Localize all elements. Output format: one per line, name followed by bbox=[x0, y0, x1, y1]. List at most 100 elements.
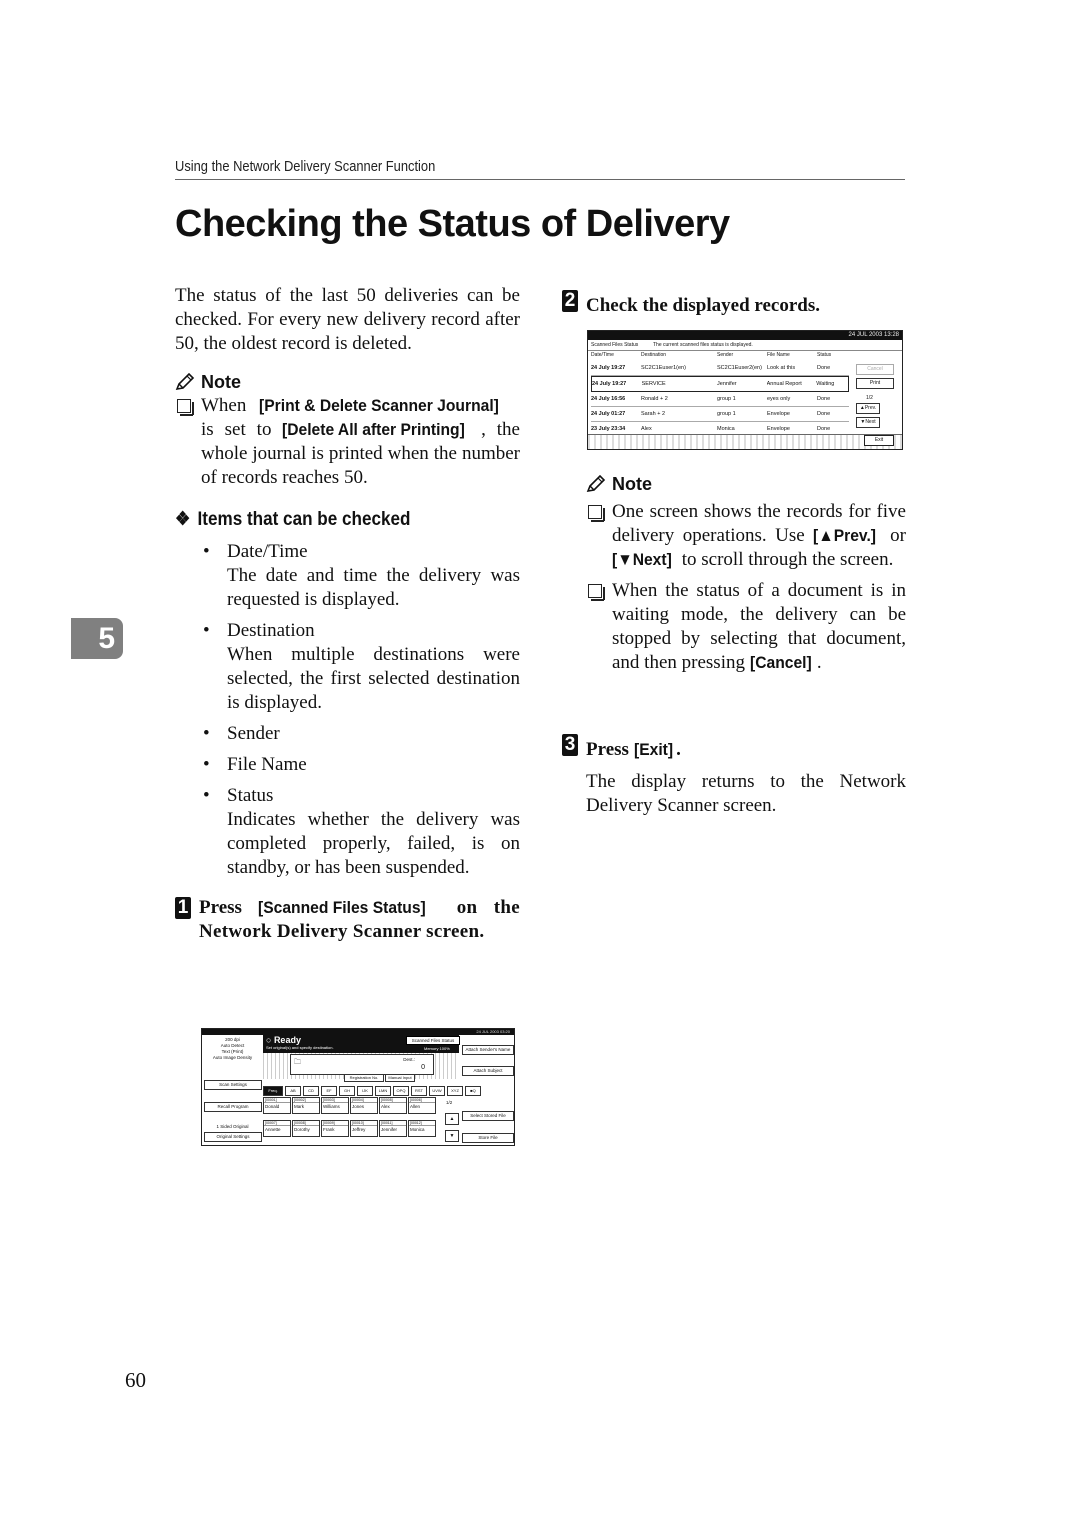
attach-subject-button[interactable]: Attach Subject bbox=[462, 1066, 514, 1076]
tab-ef[interactable]: EF bbox=[321, 1086, 337, 1096]
print-button[interactable]: Print bbox=[856, 378, 894, 389]
dest-entry[interactable]: [00010] Jeffrey bbox=[350, 1120, 378, 1137]
row-sender: group 1 bbox=[717, 411, 736, 417]
dest-entry[interactable]: [00004] Jones bbox=[350, 1097, 378, 1114]
scanned-files-status-ref: [Scanned Files Status] bbox=[258, 898, 426, 917]
left-column: The status of the last 50 deliveries can… bbox=[175, 284, 520, 944]
record-row[interactable]: 24 July 16:56 Ronald + 2 group 1 eyes on… bbox=[591, 392, 849, 407]
tab-ab[interactable]: AB bbox=[285, 1086, 301, 1096]
note-label: Note bbox=[201, 372, 241, 392]
item-destination: • Destination When multiple destinations… bbox=[175, 619, 520, 715]
entry-name: Allen bbox=[410, 1104, 421, 1109]
step-3-block: 3 Press [Exit]. The display returns to t… bbox=[562, 734, 906, 818]
page-indicator: 1/2 bbox=[866, 395, 873, 401]
note-item-1: One screen shows the records for five de… bbox=[586, 500, 906, 572]
scroll-down-button[interactable]: ▼ bbox=[445, 1130, 459, 1142]
col-file-name: File Name bbox=[767, 352, 790, 358]
entry-name: Williams bbox=[323, 1104, 340, 1109]
scan-settings-button[interactable]: Scan Settings bbox=[204, 1080, 262, 1090]
registration-no-button[interactable]: Registration No. bbox=[344, 1074, 384, 1082]
row-status: Done bbox=[817, 396, 831, 402]
item-date-time: • Date/Time The date and time the delive… bbox=[175, 540, 520, 612]
right-column: 2 Check the displayed records. bbox=[562, 290, 906, 318]
destination-grid: [00001] Donald [00002] Mark [00003] William… bbox=[263, 1097, 436, 1137]
running-header: Using the Network Delivery Scanner Funct… bbox=[175, 158, 436, 175]
screen-datetime: 24 JUL 2003 13:28 bbox=[588, 331, 902, 340]
entry-name: Jennifer bbox=[381, 1127, 398, 1132]
row-dest: SERVICE bbox=[641, 381, 666, 387]
tab-cd[interactable]: CD bbox=[303, 1086, 319, 1096]
page-number: 60 bbox=[125, 1368, 146, 1392]
entry-name: Jones bbox=[352, 1104, 365, 1109]
recall-program-button[interactable]: Recall Program bbox=[204, 1102, 262, 1112]
step-3-description: The display returns to the Network Deliv… bbox=[586, 771, 906, 816]
step-text: . bbox=[676, 739, 681, 760]
screen-message: The current scanned files status is disp… bbox=[653, 342, 753, 348]
select-stored-file-button[interactable]: Select Stored File bbox=[462, 1111, 514, 1121]
prev-button[interactable]: ▲Prev. bbox=[856, 403, 880, 414]
dest-entry[interactable]: [00008] Dorothy bbox=[292, 1120, 320, 1137]
dest-entry[interactable]: [00012] Monica bbox=[408, 1120, 436, 1137]
dest-entry[interactable]: [00007] Annette bbox=[263, 1120, 291, 1137]
search-dest-button[interactable]: ■Q bbox=[465, 1086, 481, 1096]
note-item: When [Print & Delete Scanner Journal] is… bbox=[175, 394, 520, 490]
tab-lmn[interactable]: LMN bbox=[375, 1086, 391, 1096]
tab-opq[interactable]: OPQ bbox=[393, 1086, 409, 1096]
note-text: is set to bbox=[201, 419, 283, 440]
tab-uvw[interactable]: UVW bbox=[429, 1086, 445, 1096]
tab-freq[interactable]: Freq. bbox=[263, 1086, 283, 1096]
entry-name: Annette bbox=[265, 1127, 281, 1132]
entry-name: Alex bbox=[381, 1104, 390, 1109]
note-label: Note bbox=[612, 474, 652, 494]
dest-entry[interactable]: [00001] Donald bbox=[263, 1097, 291, 1114]
page-title: Checking the Status of Delivery bbox=[175, 203, 730, 245]
alphabet-tabs: Freq. AB CD EF GH IJK LMN OPQ RST UVW XY… bbox=[263, 1086, 481, 1096]
cancel-button-ref: [Cancel] bbox=[749, 653, 812, 672]
tab-gh[interactable]: GH bbox=[339, 1086, 355, 1096]
row-dest: Ronald + 2 bbox=[641, 396, 668, 402]
header-rule bbox=[175, 179, 905, 180]
col-status: Status bbox=[817, 352, 832, 358]
cancel-button[interactable]: Cancel bbox=[856, 364, 894, 375]
item-desc: Indicates whether the delivery was compl… bbox=[227, 809, 520, 878]
tab-ijk[interactable]: IJK bbox=[357, 1086, 373, 1096]
record-row-selected[interactable]: 24 July 19:27 SERVICE Jennifer Annual Re… bbox=[591, 376, 849, 392]
attach-sender-button[interactable]: Attach Sender's Name bbox=[462, 1045, 514, 1055]
item-label: Destination bbox=[227, 620, 315, 641]
exit-button[interactable]: Exit bbox=[864, 435, 894, 446]
exit-button-ref: [Exit] bbox=[633, 740, 673, 759]
row-dest: Sarah + 2 bbox=[641, 411, 666, 417]
memory-indicator: Memory 100% bbox=[424, 1046, 450, 1051]
row-file: eyes only bbox=[767, 396, 791, 402]
record-row[interactable]: 24 July 19:27 SC2C1Euser1(en) SC2C1Euser… bbox=[591, 361, 849, 376]
tab-xyz[interactable]: XYZ bbox=[447, 1086, 463, 1096]
items-heading-text: Items that can be checked bbox=[197, 509, 411, 530]
checkbox-bullet-icon bbox=[177, 399, 194, 416]
destination-box: 🗀 Dest.: 0 bbox=[290, 1054, 434, 1075]
step-3: 3 Press [Exit]. bbox=[562, 734, 906, 762]
dest-entry[interactable]: [00009] Frank bbox=[321, 1120, 349, 1137]
item-desc: The date and time the delivery was reque… bbox=[227, 565, 520, 610]
scroll-up-button[interactable]: ▲ bbox=[445, 1113, 459, 1125]
tab-rst[interactable]: RST bbox=[411, 1086, 427, 1096]
entry-name: Donald bbox=[265, 1104, 280, 1109]
step-2: 2 Check the displayed records. bbox=[562, 290, 906, 318]
dest-entry[interactable]: [00005] Alex bbox=[379, 1097, 407, 1114]
step-1: 1 Press [Scanned Files Status] on the Ne… bbox=[175, 896, 520, 944]
entry-name: Frank bbox=[323, 1127, 335, 1132]
intro-paragraph: The status of the last 50 deliveries can… bbox=[175, 285, 520, 354]
record-row[interactable]: 24 July 01:27 Sarah + 2 group 1 Envelope… bbox=[591, 407, 849, 422]
dest-entry[interactable]: [00003] Williams bbox=[321, 1097, 349, 1114]
dest-entry[interactable]: [00011] Jennifer bbox=[379, 1120, 407, 1137]
store-file-button[interactable]: Store File bbox=[462, 1133, 514, 1143]
manual-input-button[interactable]: Manual Input bbox=[385, 1074, 415, 1082]
dest-entry[interactable]: [00006] Allen bbox=[408, 1097, 436, 1114]
next-button[interactable]: ▼Next bbox=[856, 417, 880, 428]
dest-entry[interactable]: [00002] Mark bbox=[292, 1097, 320, 1114]
original-settings-button[interactable]: Original Settings bbox=[204, 1132, 262, 1142]
bullet-icon: • bbox=[203, 723, 210, 744]
scanned-files-status-button[interactable]: Scanned Files Status bbox=[406, 1036, 460, 1045]
prev-button-ref: [▲Prev.] bbox=[813, 526, 877, 545]
bullet-icon: • bbox=[203, 754, 210, 775]
bullet-icon: • bbox=[203, 541, 210, 562]
